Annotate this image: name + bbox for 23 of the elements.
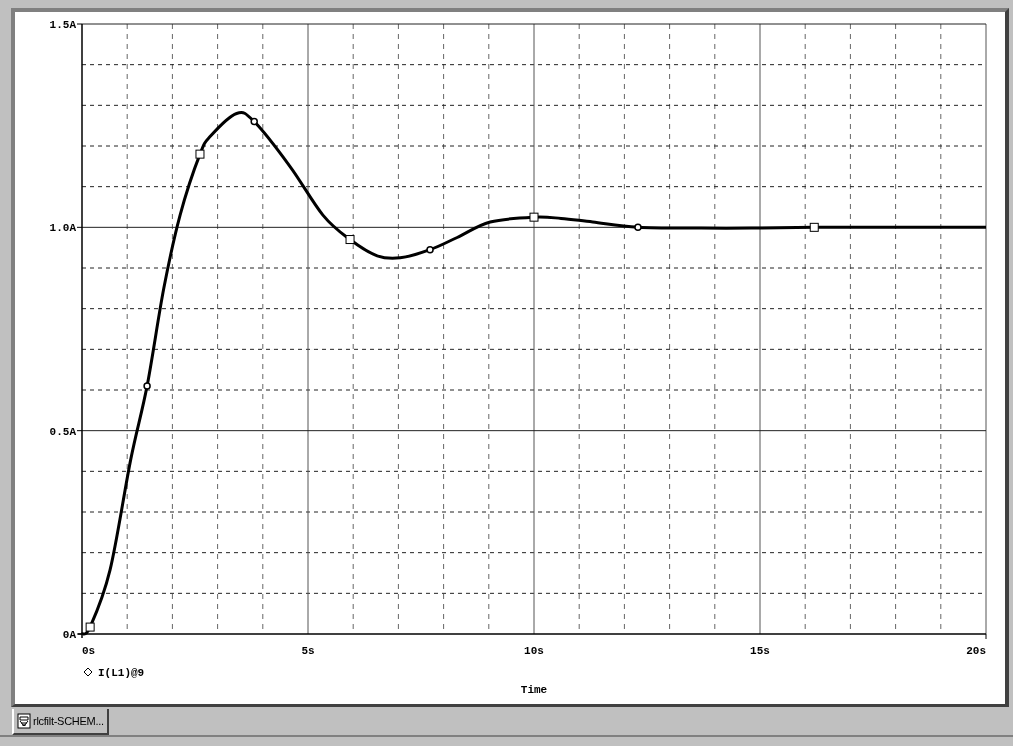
y-tick-label: 0A [62, 629, 76, 641]
point [143, 382, 151, 390]
point [195, 149, 205, 159]
x-tick-label: 10s [524, 645, 544, 657]
x-tick-label: 15s [750, 645, 770, 657]
document-tab[interactable]: rlcfilt-SCHEM... [12, 709, 109, 735]
point [809, 222, 819, 232]
point [529, 212, 539, 222]
y-tick-label: 1.5A [49, 19, 76, 31]
point [250, 117, 258, 126]
point [345, 235, 355, 245]
x-tick-label: 0s [82, 645, 96, 657]
x-tick-label: 5s [301, 645, 315, 657]
point [85, 622, 95, 632]
x-axis-title: Time [520, 684, 548, 696]
point [426, 245, 434, 254]
point [634, 223, 642, 232]
schematic-icon [17, 713, 31, 729]
y-tick-label: 0.5A [49, 425, 76, 438]
diamond-marker-icon [83, 667, 93, 677]
legend-label: I(L1)@9 [98, 667, 145, 679]
y-tick-label: 1.0A [49, 222, 76, 235]
x-tick-label: 20s [966, 645, 986, 657]
